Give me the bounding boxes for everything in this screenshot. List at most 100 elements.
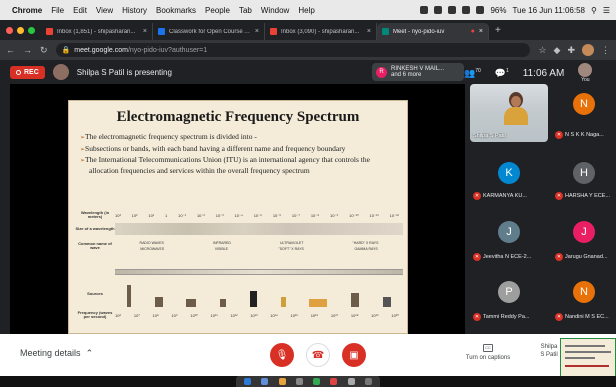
menu-help[interactable]: Help xyxy=(298,6,314,15)
close-tab-icon[interactable]: × xyxy=(143,28,147,35)
tray-volume-icon[interactable] xyxy=(476,6,485,14)
extension-icon[interactable]: ◆ xyxy=(554,45,561,56)
messages-icon[interactable] xyxy=(313,378,321,385)
forward-icon[interactable]: → xyxy=(23,45,32,55)
joined-more: and 6 more xyxy=(391,72,422,78)
band-name: ULTRAVIOLET xyxy=(279,241,304,245)
bookmark-star-icon[interactable]: ☆ xyxy=(538,45,546,56)
band-name: "SOFT" X RAYS xyxy=(278,247,304,251)
presenting-text: Shilpa S Patil is presenting xyxy=(76,67,172,77)
calendar-icon[interactable] xyxy=(330,378,338,385)
band-name: INFRARED xyxy=(212,241,231,245)
trash-icon[interactable] xyxy=(364,378,372,385)
self-tile[interactable]: You xyxy=(578,63,593,83)
camera-toggle-button[interactable]: ▣ xyxy=(342,343,366,367)
people-icon xyxy=(249,291,257,307)
menu-edit[interactable]: Edit xyxy=(73,6,87,15)
profile-avatar[interactable] xyxy=(582,44,594,56)
close-tab-icon[interactable]: × xyxy=(479,28,483,35)
menu-app-name[interactable]: Chrome xyxy=(12,6,42,15)
people-count: 70 xyxy=(475,67,481,74)
thumb-line xyxy=(565,351,611,353)
search-icon[interactable]: ⚲ xyxy=(591,6,597,15)
participant-tile[interactable]: N ✕ Nandini M S EC... xyxy=(552,272,616,324)
participant-label: ✕ KARMANYA KU... xyxy=(470,192,548,200)
chat-button[interactable]: 💬1 xyxy=(495,68,509,79)
menu-list-icon[interactable]: ☰ xyxy=(603,6,610,15)
record-tab-icon: ● xyxy=(470,28,475,35)
bands: RADIO WAVES INFRARED ULTRAVIOLET "HARD" … xyxy=(115,241,403,251)
back-icon[interactable]: ← xyxy=(6,45,15,55)
tick: 1 xyxy=(165,212,168,218)
menu-tab[interactable]: Tab xyxy=(239,6,252,15)
close-tab-icon[interactable]: × xyxy=(367,28,371,35)
participant-label: ✕ Tammi Reddy Pa... xyxy=(470,313,548,321)
tab-gmail-2[interactable]: Inbox (3,090) - shipasharan... × xyxy=(265,23,377,40)
menu-window[interactable]: Window xyxy=(261,6,289,15)
record-dot-icon xyxy=(16,69,21,75)
sources-illustrations xyxy=(115,281,403,307)
close-window-icon[interactable] xyxy=(6,26,13,34)
lock-icon: 🔒 xyxy=(61,47,71,54)
people-button[interactable]: 👥70 xyxy=(464,68,481,79)
captions-button[interactable]: CC Turn on captions xyxy=(460,344,516,361)
tab-classroom[interactable]: Classwork for Open Course A... × xyxy=(153,23,265,40)
settings-icon[interactable] xyxy=(295,378,303,385)
menu-people[interactable]: People xyxy=(205,6,230,15)
tray-bluetooth-icon[interactable] xyxy=(448,6,457,14)
menu-history[interactable]: History xyxy=(122,6,147,15)
wave-illustration xyxy=(115,269,403,275)
close-tab-icon[interactable]: × xyxy=(255,28,259,35)
tick: 10⁸ xyxy=(152,312,159,318)
address-bar[interactable]: 🔒 meet.google.com/nyo-pido-iuv?authuser=… xyxy=(55,43,531,57)
participant-tile[interactable]: H ✕ HARSHA Y ECE... xyxy=(552,153,616,203)
tray-wifi-icon[interactable] xyxy=(462,6,471,14)
participant-tile[interactable]: P ✕ Tammi Reddy Pa... xyxy=(470,272,548,324)
self-preview-thumbnail[interactable] xyxy=(560,338,616,378)
captions-icon: CC xyxy=(483,344,493,352)
participant-name: Jarugu Gnanad... xyxy=(565,254,608,260)
mic-off-icon: ✕ xyxy=(555,253,563,261)
extension-puzzle-icon[interactable]: ✚ xyxy=(567,45,575,56)
new-tab-button[interactable]: + xyxy=(489,25,507,36)
participant-tile[interactable]: K ✕ KARMANYA KU... xyxy=(470,153,548,203)
notes-icon[interactable] xyxy=(347,378,355,385)
tray-dropbox-icon[interactable] xyxy=(434,6,443,14)
finder-icon[interactable] xyxy=(244,378,252,385)
tick: 10⁻¹¹ xyxy=(369,212,379,218)
menu-bookmarks[interactable]: Bookmarks xyxy=(156,6,196,15)
captions-label: Turn on captions xyxy=(465,355,511,361)
participant-name: Jeevitha N ECE-2... xyxy=(483,254,532,260)
radar-icon xyxy=(220,299,227,307)
participant-tile[interactable]: Shilpa S Patil xyxy=(470,84,548,142)
joined-notification[interactable]: R RINKESH V MAIL... and 6 more xyxy=(372,63,464,81)
participant-tile[interactable]: J ✕ Jarugu Gnanad... xyxy=(552,212,616,264)
participant-tile[interactable]: N ✕ N S K K Naga... xyxy=(552,84,616,142)
tick: 10⁻⁶ xyxy=(272,212,282,218)
reload-icon[interactable]: ↻ xyxy=(40,45,48,56)
leave-call-button[interactable]: ☎ xyxy=(306,343,330,367)
menu-clock[interactable]: Tue 16 Jun 11:06:58 xyxy=(512,6,585,15)
minimize-window-icon[interactable] xyxy=(17,26,24,34)
chrome-icon[interactable] xyxy=(278,378,286,385)
maximize-window-icon[interactable] xyxy=(28,26,35,34)
mic-toggle-button[interactable]: 🎙 xyxy=(270,343,294,367)
mic-off-icon: ✕ xyxy=(555,313,563,321)
tick: 10⁻¹² xyxy=(389,212,399,218)
safari-icon[interactable] xyxy=(261,378,269,385)
menu-file[interactable]: File xyxy=(51,6,64,15)
meet-icon xyxy=(382,28,389,35)
tick: 10¹³ xyxy=(250,312,258,318)
wavelength-ticks: 10³ 10² 10¹ 1 10⁻¹ 10⁻² 10⁻³ 10⁻⁴ 10⁻⁵ 1… xyxy=(115,213,403,218)
tab-gmail-1[interactable]: Inbox (1,851) - shipasharan... × xyxy=(41,23,153,40)
chrome-menu-icon[interactable]: ⋮ xyxy=(601,45,610,56)
battery-percent[interactable]: 96% xyxy=(490,6,506,15)
tick: 10¹⁶ xyxy=(310,312,319,318)
slide-bullet: The electromagnetic frequency spectrum i… xyxy=(79,132,397,143)
participant-name: Shilpa S Patil xyxy=(473,133,506,139)
meeting-details-button[interactable]: Meeting details ⌃ xyxy=(20,348,93,359)
participant-tile[interactable]: J ✕ Jeevitha N ECE-2... xyxy=(470,212,548,264)
tab-meet[interactable]: Meet - nyo-pido-iuv ● × xyxy=(377,23,489,40)
tray-user-icon[interactable] xyxy=(420,6,429,14)
menu-view[interactable]: View xyxy=(96,6,113,15)
